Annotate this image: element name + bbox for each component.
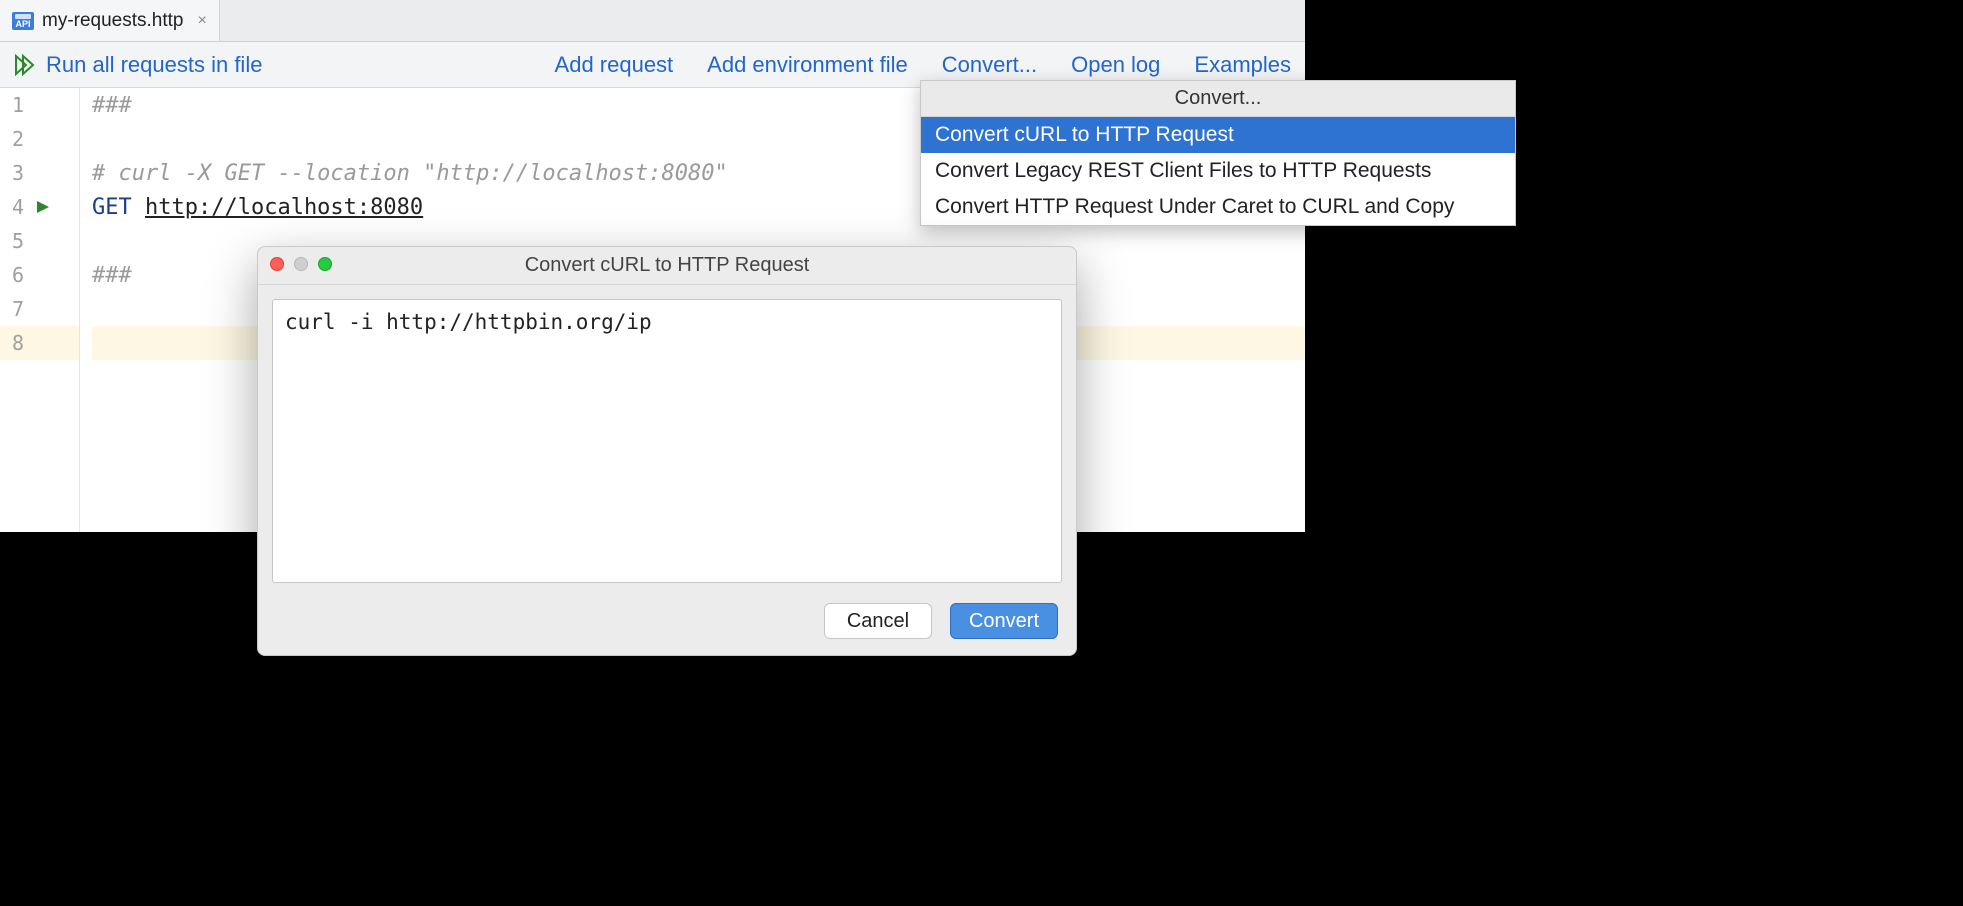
gutter-line: 3	[0, 156, 79, 190]
run-all-link[interactable]: Run all requests in file	[46, 52, 262, 78]
context-item-convert-legacy[interactable]: Convert Legacy REST Client Files to HTTP…	[921, 153, 1515, 189]
context-item-convert-to-curl[interactable]: Convert HTTP Request Under Caret to CURL…	[921, 189, 1515, 225]
examples-link[interactable]: Examples	[1194, 52, 1291, 78]
line-number: 7	[12, 297, 24, 321]
line-number: 3	[12, 161, 24, 185]
gutter-line: 7	[0, 292, 79, 326]
file-tab[interactable]: API my-requests.http ×	[0, 0, 220, 41]
line-number: 2	[12, 127, 24, 151]
code-url: http://localhost:8080	[145, 195, 423, 220]
context-item-convert-curl[interactable]: Convert cURL to HTTP Request	[921, 117, 1515, 153]
convert-context-menu: Convert... Convert cURL to HTTP Request …	[920, 80, 1516, 226]
dialog-body	[258, 285, 1076, 597]
gutter-line: 2	[0, 122, 79, 156]
gutter-line: 6	[0, 258, 79, 292]
line-number: 8	[12, 331, 24, 355]
add-env-file-link[interactable]: Add environment file	[707, 52, 908, 78]
open-log-link[interactable]: Open log	[1071, 52, 1160, 78]
close-tab-icon[interactable]: ×	[198, 12, 207, 30]
line-number: 6	[12, 263, 24, 287]
code-text: ###	[92, 93, 132, 118]
gutter-line: 4	[0, 190, 79, 224]
window-close-icon[interactable]	[270, 257, 284, 271]
gutter-line: 8	[0, 326, 79, 360]
window-controls	[270, 257, 332, 271]
convert-button[interactable]: Convert	[950, 603, 1058, 639]
line-number: 1	[12, 93, 24, 117]
line-gutter: 1 2 3 4 5 6 7 8	[0, 88, 80, 532]
window-zoom-icon[interactable]	[318, 257, 332, 271]
curl-input[interactable]	[272, 299, 1062, 583]
context-menu-header: Convert...	[921, 81, 1515, 117]
dialog-titlebar: Convert cURL to HTTP Request	[258, 247, 1076, 285]
add-request-link[interactable]: Add request	[555, 52, 674, 78]
line-number: 4	[12, 195, 24, 219]
code-method: GET	[92, 195, 132, 220]
dialog-title: Convert cURL to HTTP Request	[258, 254, 1076, 277]
api-file-icon: API	[12, 12, 34, 30]
run-line-icon[interactable]	[36, 200, 50, 214]
run-all-icon[interactable]	[14, 54, 36, 76]
tab-bar: API my-requests.http ×	[0, 0, 1305, 42]
convert-link[interactable]: Convert...	[942, 52, 1037, 78]
gutter-line: 5	[0, 224, 79, 258]
line-number: 5	[12, 229, 24, 253]
convert-curl-dialog: Convert cURL to HTTP Request Cancel Conv…	[257, 246, 1077, 656]
gutter-line: 1	[0, 88, 79, 122]
code-text: ###	[92, 263, 132, 288]
dialog-footer: Cancel Convert	[258, 597, 1076, 655]
tab-filename: my-requests.http	[42, 10, 184, 32]
window-minimize-icon	[294, 257, 308, 271]
cancel-button[interactable]: Cancel	[824, 603, 932, 639]
code-text: # curl -X GET --location "http://localho…	[92, 161, 728, 186]
